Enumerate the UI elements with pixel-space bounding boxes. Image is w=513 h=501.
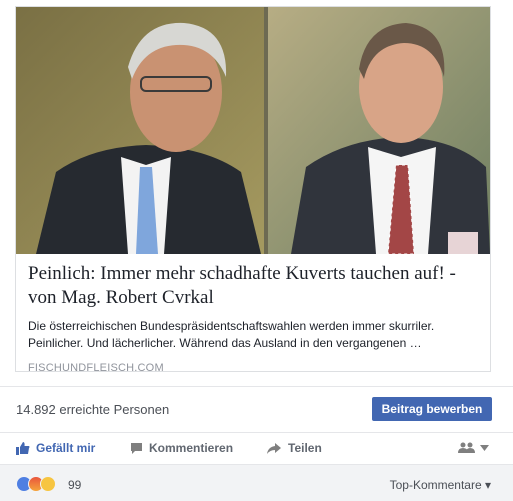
article-image[interactable] [16,7,490,254]
insights-bar: 14.892 erreichte Personen Beitrag bewerb… [0,386,513,432]
comment-label: Kommentieren [149,441,234,455]
comment-sort-dropdown[interactable]: Top-Kommentare ▾ [390,478,491,492]
comment-button[interactable]: Kommentieren [130,441,233,455]
boost-post-button[interactable]: Beitrag bewerben [372,397,492,421]
comment-sort-label: Top-Kommentare [389,478,482,492]
article-title[interactable]: Peinlich: Immer mehr schadhafte Kuverts … [28,262,480,310]
reach-count[interactable]: 14.892 erreichte Personen [16,402,169,417]
like-button[interactable]: Gefällt mir [16,441,95,455]
link-preview-card[interactable]: Peinlich: Immer mehr schadhafte Kuverts … [15,6,491,374]
article-description: Die österreichischen Bundespräsidentscha… [28,319,435,350]
share-arrow-icon [267,442,281,454]
comment-icon [131,442,142,454]
reactions-bar: 99 Top-Kommentare ▾ [0,464,513,501]
share-button[interactable]: Teilen [266,441,322,455]
action-bar: Gefällt mir Kommentieren Teilen [0,432,513,464]
haha-reaction-icon [40,476,56,492]
reaction-icons[interactable] [16,476,56,492]
reaction-count[interactable]: 99 [68,478,81,492]
audience-selector[interactable] [458,442,489,454]
like-label: Gefällt mir [36,441,96,455]
share-label: Teilen [288,441,322,455]
article-domain: FISCHUNDFLEISCH.COM [28,362,164,374]
thumbs-up-icon [16,442,30,455]
photo-placeholder [16,7,490,254]
chevron-down-icon [480,445,489,451]
friends-icon [458,442,475,453]
